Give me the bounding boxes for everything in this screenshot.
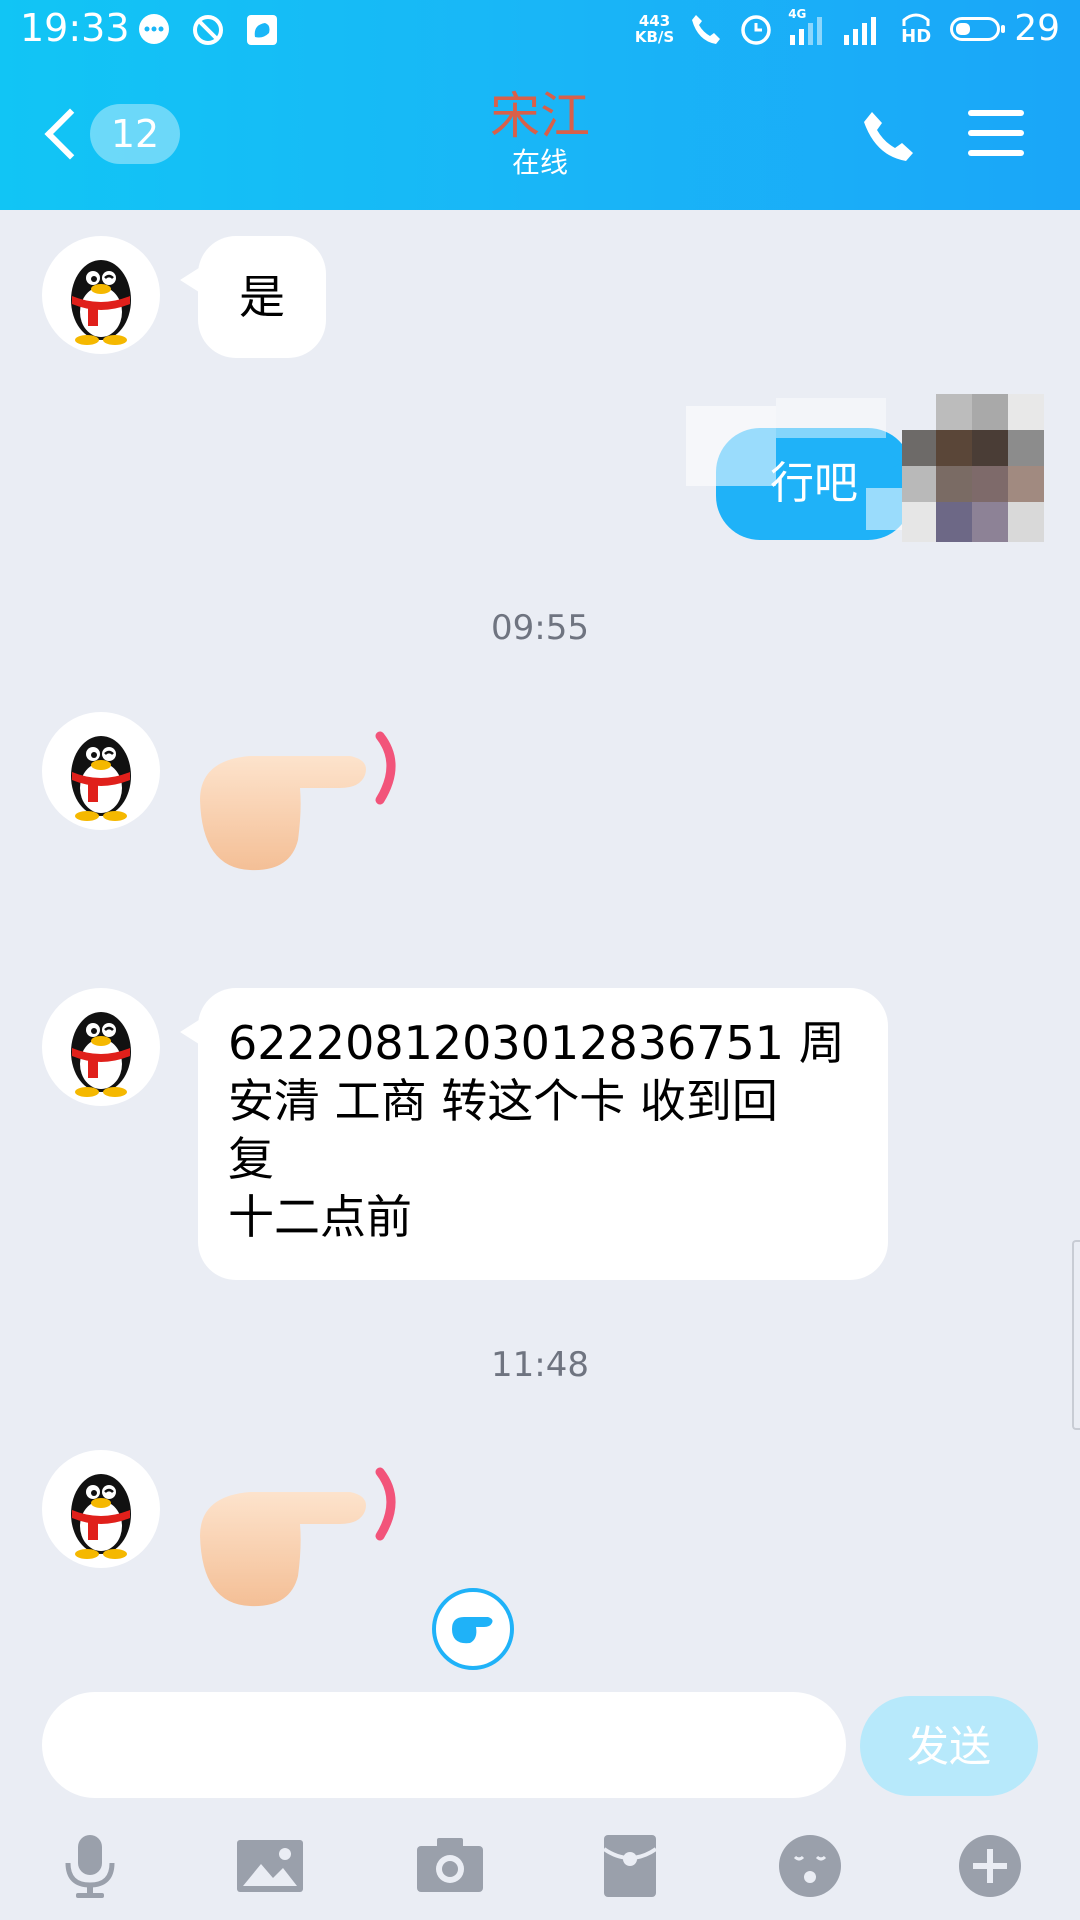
sticker-suggestion-button[interactable] xyxy=(432,1588,514,1670)
hd-icon: HD xyxy=(896,11,936,47)
timestamp: 11:48 xyxy=(491,1345,589,1385)
contact-status: 在线 xyxy=(511,146,568,179)
back-chevron-icon xyxy=(44,108,96,160)
menu-icon-line xyxy=(968,130,1024,136)
image-icon xyxy=(237,1840,303,1892)
phone-call-button[interactable] xyxy=(860,108,916,164)
chat-header: 12 宋江 在线 xyxy=(0,60,1080,210)
emoji-button[interactable] xyxy=(770,1826,850,1906)
pointing-hand-sticker[interactable] xyxy=(190,1466,410,1616)
message-text-line: 安清 工商 转这个卡 收到回 xyxy=(228,1074,778,1128)
status-bar: 19:33 443 KB/S 4G HD 29 xyxy=(0,0,1080,60)
send-button[interactable]: 发送 xyxy=(860,1696,1038,1796)
contact-avatar[interactable] xyxy=(42,712,160,830)
message-text-line: 十二点前 xyxy=(228,1190,412,1244)
contact-avatar[interactable] xyxy=(42,1450,160,1568)
red-packet-button[interactable] xyxy=(590,1826,670,1906)
penguin-avatar-icon xyxy=(71,1012,131,1097)
menu-icon-line xyxy=(968,150,1024,156)
signal-icon xyxy=(842,11,882,47)
chat-title[interactable]: 宋江 在线 xyxy=(340,86,740,180)
call-icon xyxy=(688,11,724,47)
menu-button[interactable] xyxy=(968,110,1024,160)
top-bar: 19:33 443 KB/S 4G HD 29 12 宋江 在线 xyxy=(0,0,1080,210)
contact-avatar[interactable] xyxy=(42,988,160,1106)
message-icon xyxy=(136,12,172,48)
alarm-icon xyxy=(738,11,774,47)
status-time: 19:33 xyxy=(20,6,130,50)
pointing-hand-icon xyxy=(200,731,396,871)
message-text-line: 复 xyxy=(228,1132,274,1186)
penguin-avatar-icon xyxy=(71,736,131,821)
back-button[interactable]: 12 xyxy=(44,102,184,168)
camera-button[interactable] xyxy=(410,1826,490,1906)
image-button[interactable] xyxy=(230,1826,310,1906)
penguin-avatar-icon xyxy=(71,260,131,345)
contact-avatar[interactable] xyxy=(42,236,160,354)
unread-badge: 12 xyxy=(90,104,180,164)
message-text: 是 xyxy=(239,270,285,324)
pointing-hand-icon xyxy=(200,1467,396,1607)
signal-4g-icon: 4G xyxy=(788,7,828,47)
penguin-avatar-icon xyxy=(71,1474,131,1559)
battery-icon xyxy=(950,16,1006,41)
net-speed: 443 KB/S xyxy=(634,11,675,46)
menu-icon-line xyxy=(968,110,1024,116)
message-text: 行吧 xyxy=(770,458,858,509)
emoji-icon xyxy=(779,1835,841,1897)
camera-icon xyxy=(417,1838,483,1892)
contact-name: 宋江 xyxy=(490,87,590,145)
more-button[interactable] xyxy=(950,1826,1030,1906)
phone-icon xyxy=(864,112,913,161)
timestamp: 09:55 xyxy=(491,608,589,648)
block-icon xyxy=(190,12,226,48)
message-text-line: 6222081203012836751 周 xyxy=(228,1016,845,1070)
plus-icon xyxy=(959,1835,1021,1897)
message-bubble[interactable]: 6222081203012836751 周 安清 工商 转这个卡 收到回 复 十… xyxy=(198,988,888,1280)
battery-percent: 29 xyxy=(1014,8,1060,49)
uc-browser-icon xyxy=(244,12,280,48)
pointing-hand-sticker[interactable] xyxy=(190,730,410,880)
message-input[interactable] xyxy=(42,1692,846,1798)
pointing-hand-icon xyxy=(452,1617,493,1644)
voice-button[interactable] xyxy=(50,1826,130,1906)
scrollbar[interactable] xyxy=(1072,1240,1080,1430)
microphone-icon xyxy=(65,1835,115,1898)
self-avatar[interactable] xyxy=(902,394,1044,542)
red-packet-icon xyxy=(602,1835,658,1897)
input-toolbar xyxy=(0,1818,1080,1908)
message-bubble[interactable]: 是 xyxy=(198,236,326,358)
